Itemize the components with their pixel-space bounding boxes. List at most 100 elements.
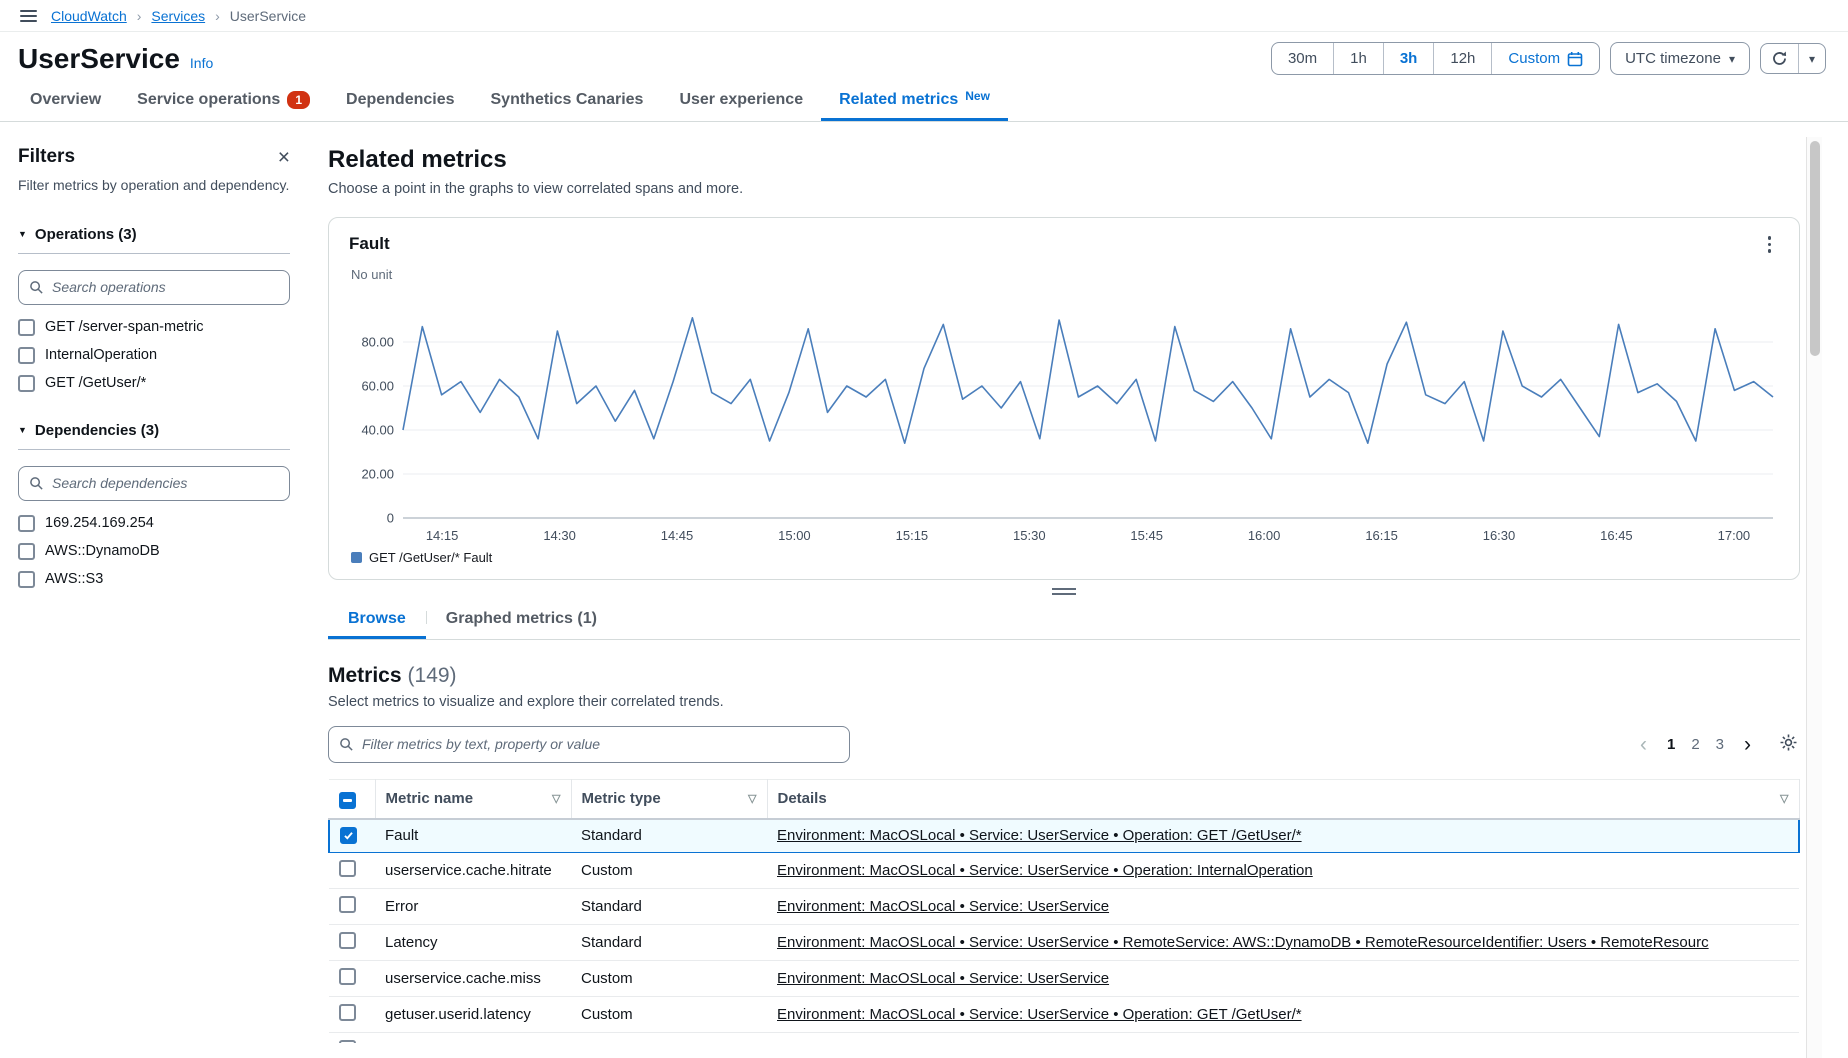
checkbox[interactable] <box>18 375 35 392</box>
svg-text:14:45: 14:45 <box>661 528 694 543</box>
filter-checkbox-item[interactable]: InternalOperation <box>18 347 290 364</box>
timezone-dropdown[interactable]: UTC timezone ▾ <box>1610 42 1750 75</box>
filter-checkbox-item[interactable]: AWS::DynamoDB <box>18 543 290 560</box>
checkbox[interactable] <box>18 347 35 364</box>
svg-text:16:45: 16:45 <box>1600 528 1633 543</box>
metric-type-cell: Standard <box>571 819 767 853</box>
sort-icon[interactable]: ▽ <box>552 792 560 805</box>
page-3-button[interactable]: 3 <box>1708 733 1732 756</box>
dependencies-checkbox-list: 169.254.169.254AWS::DynamoDBAWS::S3 <box>18 515 290 588</box>
metric-details-link[interactable]: Environment: MacOSLocal • Service: UserS… <box>777 1042 1704 1043</box>
tab-overview[interactable]: Overview <box>12 79 119 121</box>
refresh-button[interactable] <box>1761 44 1799 73</box>
select-all-checkbox[interactable] <box>339 792 356 809</box>
table-row[interactable]: ErrorStandardEnvironment: MacOSLocal • S… <box>329 888 1799 924</box>
sort-icon[interactable]: ▽ <box>1780 792 1788 805</box>
row-checkbox[interactable] <box>339 968 356 985</box>
dependencies-section-toggle[interactable]: ▼ Dependencies (3) <box>18 422 290 439</box>
checkbox[interactable] <box>18 571 35 588</box>
close-filters-icon[interactable]: × <box>278 147 290 168</box>
page-2-button[interactable]: 2 <box>1683 733 1707 756</box>
scrollbar-thumb[interactable] <box>1810 141 1820 356</box>
row-checkbox[interactable] <box>339 932 356 949</box>
filter-checkbox-item[interactable]: GET /GetUser/* <box>18 375 290 392</box>
chart-title: Fault <box>349 234 390 254</box>
checkbox[interactable] <box>18 319 35 336</box>
checkbox-label: GET /GetUser/* <box>45 375 146 391</box>
tab-graphed-metrics[interactable]: Graphed metrics (1) <box>426 599 617 639</box>
table-row[interactable]: FaultStandard Environment: MacOSLocal • S… <box>329 819 1799 853</box>
time-range-30m-button[interactable]: 30m <box>1272 43 1334 74</box>
time-range-custom-button[interactable]: Custom <box>1492 43 1599 74</box>
search-icon <box>29 476 44 491</box>
tab-browse[interactable]: Browse <box>328 599 426 639</box>
breadcrumb-services[interactable]: Services <box>151 8 205 24</box>
row-checkbox[interactable] <box>339 1004 356 1021</box>
metric-details-link[interactable]: Environment: MacOSLocal • Service: UserS… <box>777 827 1302 844</box>
metric-name-cell: getuser.userid.latency <box>375 996 571 1032</box>
table-row[interactable]: userservice.cache.hitrateCustomEnvironme… <box>329 852 1799 888</box>
dependencies-search-input[interactable] <box>52 475 279 491</box>
table-row[interactable]: userservice.cache.missCustomEnvironment:… <box>329 960 1799 996</box>
tab-related-metrics[interactable]: Related metrics New <box>821 79 1008 121</box>
row-checkbox[interactable] <box>339 860 356 877</box>
panel-resize-handle[interactable] <box>328 580 1800 597</box>
checkbox-label: InternalOperation <box>45 347 157 363</box>
metric-details-link[interactable]: Environment: MacOSLocal • Service: UserS… <box>777 970 1109 987</box>
row-checkbox[interactable] <box>339 896 356 913</box>
table-settings-icon[interactable] <box>1777 731 1800 757</box>
metrics-title: Metrics <box>328 664 402 687</box>
metric-type-cell: Standard <box>571 888 767 924</box>
filter-checkbox-item[interactable]: AWS::S3 <box>18 571 290 588</box>
row-checkbox[interactable] <box>340 827 357 844</box>
metric-details-link[interactable]: Environment: MacOSLocal • Service: UserS… <box>777 934 1709 951</box>
tab-user-experience[interactable]: User experience <box>661 79 821 121</box>
table-row[interactable]: getuser.userid.latencyCustomEnvironment:… <box>329 996 1799 1032</box>
metric-details-link[interactable]: Environment: MacOSLocal • Service: UserS… <box>777 1006 1302 1023</box>
time-range-1h-button[interactable]: 1h <box>1334 43 1384 74</box>
previous-page-icon[interactable]: ‹ <box>1632 734 1655 755</box>
checkbox[interactable] <box>18 515 35 532</box>
next-page-icon[interactable]: › <box>1736 734 1759 755</box>
time-range-12h-button[interactable]: 12h <box>1434 43 1492 74</box>
table-row[interactable]: LatencyStandardEnvironment: MacOSLocal •… <box>329 924 1799 960</box>
vertical-scrollbar[interactable] <box>1806 137 1822 1058</box>
divider <box>18 253 290 254</box>
svg-text:80.00: 80.00 <box>361 334 394 349</box>
tab-service-operations[interactable]: Service operations 1 <box>119 79 328 121</box>
search-icon <box>29 280 44 295</box>
metrics-toolbar: ‹ 123 › <box>328 726 1800 763</box>
metric-type-cell: Custom <box>571 960 767 996</box>
metric-type-cell: Custom <box>571 852 767 888</box>
hamburger-menu-icon[interactable] <box>18 6 39 26</box>
page-1-button[interactable]: 1 <box>1659 733 1683 756</box>
metrics-filter-input[interactable] <box>362 736 839 752</box>
fault-line-chart[interactable]: 020.0040.0060.0080.0014:1514:3014:4515:0… <box>349 282 1779 550</box>
operations-section-toggle[interactable]: ▼ Operations (3) <box>18 226 290 243</box>
filter-checkbox-item[interactable]: GET /server-span-metric <box>18 319 290 336</box>
breadcrumb-cloudwatch[interactable]: CloudWatch <box>51 8 127 24</box>
metric-name-cell: Fault <box>375 819 571 853</box>
metric-details-link[interactable]: Environment: MacOSLocal • Service: UserS… <box>777 862 1313 879</box>
tab-dependencies[interactable]: Dependencies <box>328 79 472 121</box>
chevron-down-icon: ▾ <box>1729 52 1735 66</box>
time-range-3h-button[interactable]: 3h <box>1384 43 1435 74</box>
legend-label: GET /GetUser/* Fault <box>369 550 492 565</box>
operations-search-input[interactable] <box>52 279 279 295</box>
chevron-down-icon: ▾ <box>1809 52 1815 66</box>
info-link[interactable]: Info <box>190 55 213 71</box>
section-title: Related metrics <box>328 146 1800 174</box>
main-tabbar: Overview Service operations 1 Dependenci… <box>0 79 1848 122</box>
service-operations-badge: 1 <box>287 91 310 109</box>
tab-synthetics-canaries[interactable]: Synthetics Canaries <box>473 79 662 121</box>
refresh-options-button[interactable]: ▾ <box>1799 44 1825 73</box>
sort-icon[interactable]: ▽ <box>748 792 756 805</box>
checkbox[interactable] <box>18 543 35 560</box>
table-row[interactable]: LatencyStandardEnvironment: MacOSLocal •… <box>329 1032 1799 1043</box>
metric-details-link[interactable]: Environment: MacOSLocal • Service: UserS… <box>777 898 1109 915</box>
svg-text:40.00: 40.00 <box>361 422 394 437</box>
row-checkbox[interactable] <box>339 1040 356 1043</box>
filter-checkbox-item[interactable]: 169.254.169.254 <box>18 515 290 532</box>
filters-description: Filter metrics by operation and dependen… <box>18 176 290 196</box>
chart-menu-icon[interactable] <box>1760 232 1780 257</box>
